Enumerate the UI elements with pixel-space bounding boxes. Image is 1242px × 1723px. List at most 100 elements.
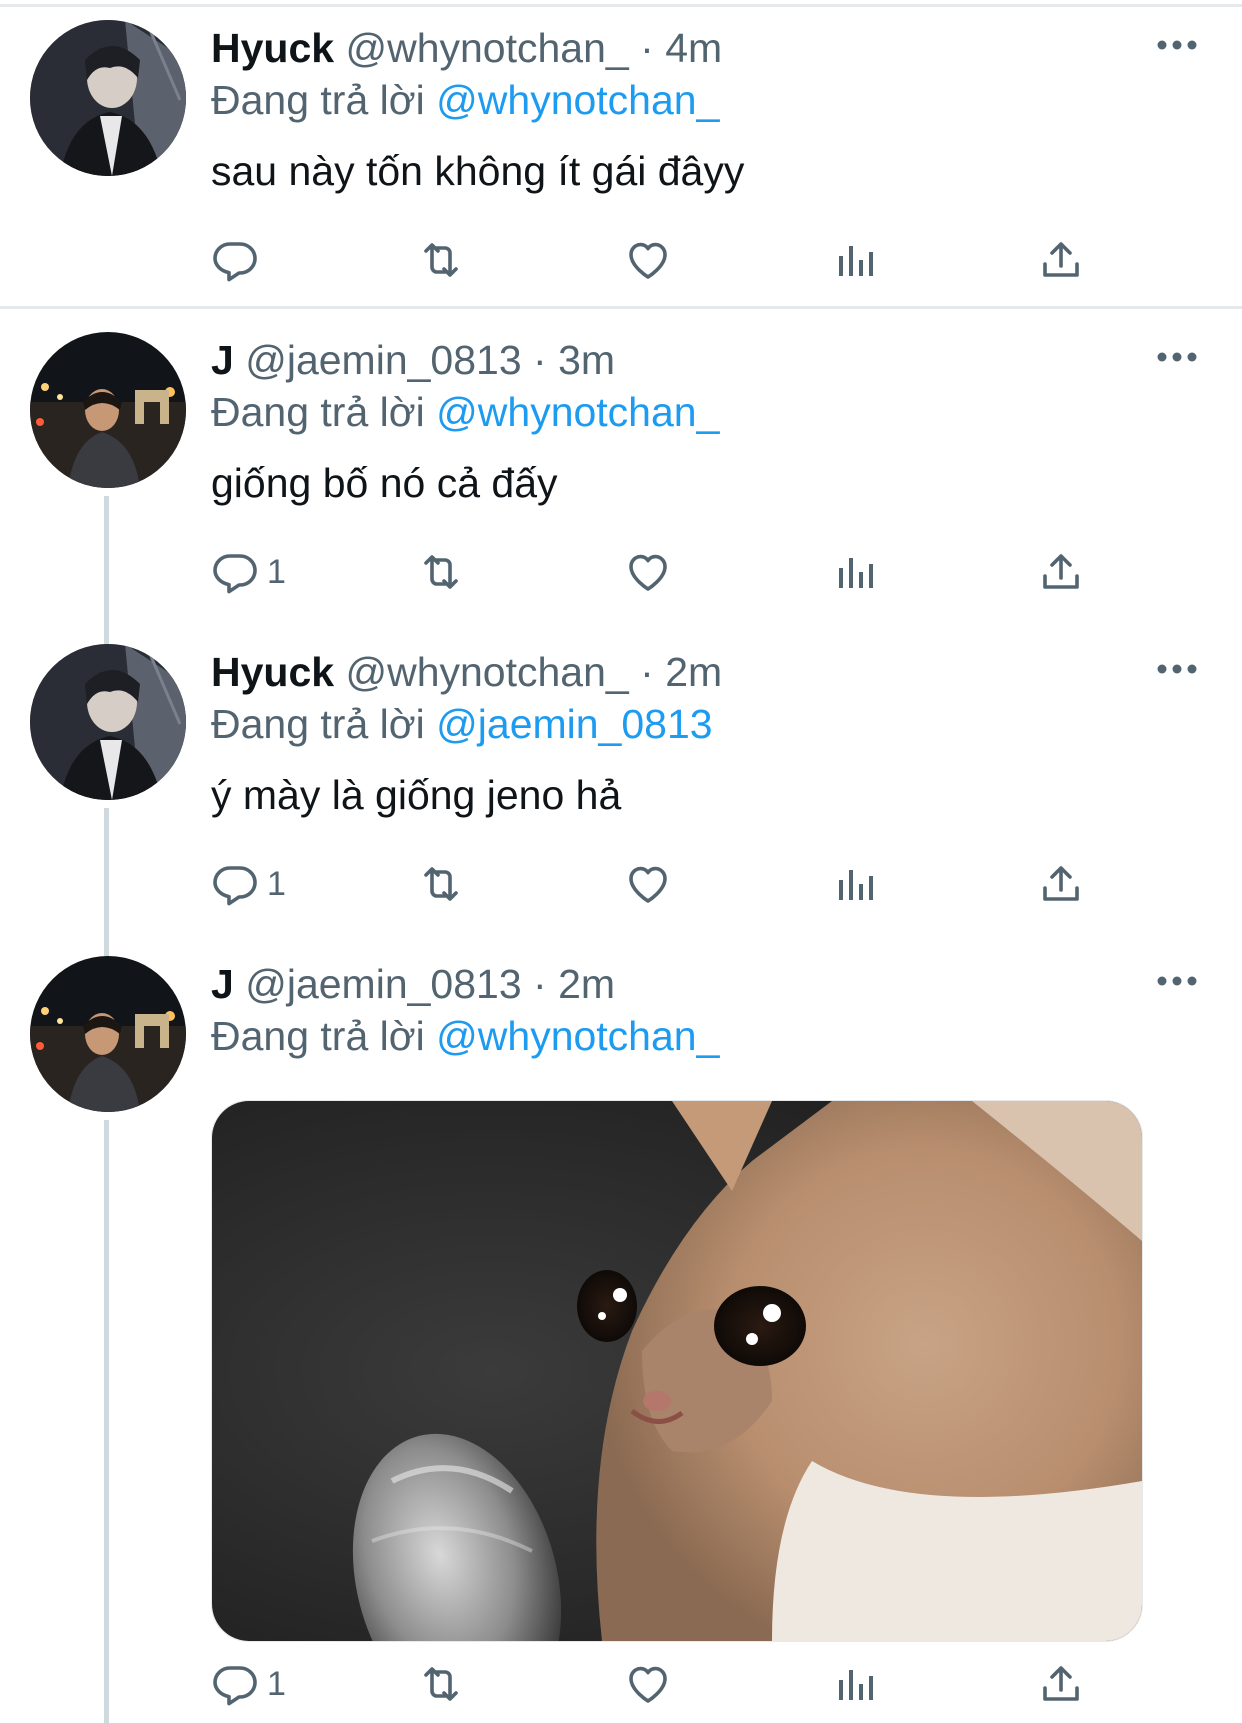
display-name[interactable]: J bbox=[211, 337, 234, 383]
reply-button[interactable]: 1 bbox=[211, 859, 286, 909]
replying-to-label: Đang trả lời bbox=[211, 77, 425, 123]
replying-to-label: Đang trả lời bbox=[211, 1013, 425, 1059]
avatar[interactable] bbox=[30, 956, 186, 1112]
views-button[interactable] bbox=[831, 547, 879, 597]
more-dots-icon[interactable] bbox=[1156, 974, 1198, 988]
display-name[interactable]: Hyuck bbox=[211, 25, 334, 71]
reply-bubble-icon bbox=[211, 860, 259, 908]
more-dots-icon[interactable] bbox=[1156, 38, 1198, 52]
views-button[interactable] bbox=[831, 1659, 879, 1709]
replying-to-handle[interactable]: @whynotchan_ bbox=[436, 1013, 719, 1059]
analytics-bars-icon bbox=[831, 1660, 879, 1708]
tweet-divider bbox=[0, 306, 1242, 309]
retweet-icon bbox=[417, 1660, 465, 1708]
share-button[interactable] bbox=[1037, 1659, 1085, 1709]
reply-bubble-icon bbox=[211, 236, 259, 284]
user-handle[interactable]: @whynotchan_ bbox=[345, 649, 628, 695]
like-button[interactable] bbox=[624, 1659, 672, 1709]
action-bar bbox=[211, 235, 1111, 285]
tweet-header: Hyuck @whynotchan_ · 2m bbox=[211, 648, 722, 696]
action-bar: 1 bbox=[211, 547, 1111, 597]
display-name[interactable]: J bbox=[211, 961, 234, 1007]
timestamp[interactable]: 2m bbox=[558, 961, 615, 1007]
avatar[interactable] bbox=[30, 332, 186, 488]
tweet-text: ý mày là giống jeno hả bbox=[211, 772, 622, 818]
timestamp[interactable]: 4m bbox=[665, 25, 722, 71]
avatar[interactable] bbox=[30, 20, 186, 176]
replying-to: Đang trả lời @whynotchan_ bbox=[211, 1012, 719, 1060]
hyuck-avatar-icon bbox=[30, 20, 186, 176]
tweet-text: sau này tốn không ít gái đâyy bbox=[211, 148, 745, 194]
crying-cat-image bbox=[212, 1101, 1142, 1641]
replying-to-handle[interactable]: @jaemin_0813 bbox=[436, 701, 712, 747]
separator-dot: · bbox=[640, 649, 654, 695]
retweet-icon bbox=[417, 860, 465, 908]
like-button[interactable] bbox=[624, 859, 672, 909]
reply-count: 1 bbox=[267, 1664, 286, 1703]
tweet-header: J @jaemin_0813 · 2m bbox=[211, 960, 615, 1008]
more-dots-icon[interactable] bbox=[1156, 662, 1198, 676]
share-button[interactable] bbox=[1037, 859, 1085, 909]
retweet-button[interactable] bbox=[417, 1659, 465, 1709]
share-upload-icon bbox=[1037, 860, 1085, 908]
tweet-media-image[interactable] bbox=[211, 1100, 1143, 1642]
analytics-bars-icon bbox=[831, 860, 879, 908]
timestamp[interactable]: 3m bbox=[558, 337, 615, 383]
reply-count: 1 bbox=[267, 552, 286, 591]
retweet-button[interactable] bbox=[417, 235, 465, 285]
retweet-button[interactable] bbox=[417, 859, 465, 909]
display-name[interactable]: Hyuck bbox=[211, 649, 334, 695]
more-dots-icon[interactable] bbox=[1156, 350, 1198, 364]
separator-dot: · bbox=[533, 961, 547, 1007]
share-upload-icon bbox=[1037, 1660, 1085, 1708]
analytics-bars-icon bbox=[831, 548, 879, 596]
hyuck-avatar-icon bbox=[30, 644, 186, 800]
like-button[interactable] bbox=[624, 547, 672, 597]
heart-icon bbox=[624, 236, 672, 284]
reply-bubble-icon bbox=[211, 1660, 259, 1708]
tweet[interactable]: J @jaemin_0813 · 2m Đang trả lời @whynot… bbox=[0, 956, 1242, 1723]
top-divider bbox=[0, 4, 1242, 7]
retweet-icon bbox=[417, 236, 465, 284]
action-bar: 1 bbox=[211, 859, 1111, 909]
heart-icon bbox=[624, 548, 672, 596]
replying-to-label: Đang trả lời bbox=[211, 701, 425, 747]
analytics-bars-icon bbox=[831, 236, 879, 284]
replying-to: Đang trả lời @whynotchan_ bbox=[211, 76, 719, 124]
replying-to-handle[interactable]: @whynotchan_ bbox=[436, 389, 719, 435]
reply-count: 1 bbox=[267, 864, 286, 903]
replying-to-label: Đang trả lời bbox=[211, 389, 425, 435]
share-upload-icon bbox=[1037, 548, 1085, 596]
tweet-header: Hyuck @whynotchan_ · 4m bbox=[211, 24, 722, 72]
reply-button[interactable]: 1 bbox=[211, 547, 286, 597]
tweet-header: J @jaemin_0813 · 3m bbox=[211, 336, 615, 384]
user-handle[interactable]: @whynotchan_ bbox=[345, 25, 628, 71]
heart-icon bbox=[624, 860, 672, 908]
separator-dot: · bbox=[640, 25, 654, 71]
heart-icon bbox=[624, 1660, 672, 1708]
reply-button[interactable] bbox=[211, 235, 267, 285]
replying-to: Đang trả lời @whynotchan_ bbox=[211, 388, 719, 436]
tweet-text: giống bố nó cả đấy bbox=[211, 460, 558, 506]
avatar[interactable] bbox=[30, 644, 186, 800]
reply-button[interactable]: 1 bbox=[211, 1659, 286, 1709]
reply-bubble-icon bbox=[211, 548, 259, 596]
share-button[interactable] bbox=[1037, 235, 1085, 285]
retweet-button[interactable] bbox=[417, 547, 465, 597]
views-button[interactable] bbox=[831, 235, 879, 285]
share-upload-icon bbox=[1037, 236, 1085, 284]
replying-to: Đang trả lời @jaemin_0813 bbox=[211, 700, 713, 748]
thread-connector bbox=[104, 808, 109, 960]
user-handle[interactable]: @jaemin_0813 bbox=[245, 961, 521, 1007]
timestamp[interactable]: 2m bbox=[665, 649, 722, 695]
user-handle[interactable]: @jaemin_0813 bbox=[245, 337, 521, 383]
replying-to-handle[interactable]: @whynotchan_ bbox=[436, 77, 719, 123]
views-button[interactable] bbox=[831, 859, 879, 909]
separator-dot: · bbox=[533, 337, 547, 383]
j-avatar-icon bbox=[30, 956, 186, 1112]
j-avatar-icon bbox=[30, 332, 186, 488]
action-bar: 1 bbox=[211, 1659, 1111, 1709]
share-button[interactable] bbox=[1037, 547, 1085, 597]
like-button[interactable] bbox=[624, 235, 672, 285]
thread-connector bbox=[104, 496, 109, 648]
